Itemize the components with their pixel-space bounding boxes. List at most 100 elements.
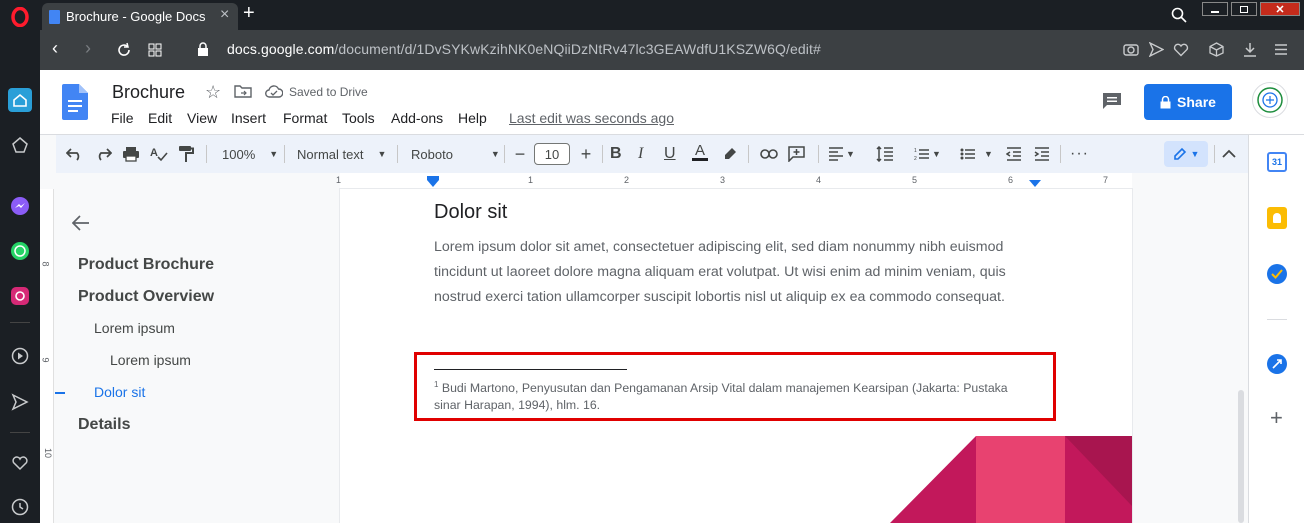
tab-active[interactable]: Brochure - Google Docs ×: [42, 3, 238, 30]
outline-item-details[interactable]: Details: [78, 416, 130, 434]
add-comment-icon[interactable]: [788, 144, 805, 164]
outline-item-lorem-ipsum[interactable]: Lorem ipsum: [94, 320, 175, 336]
close-window-button[interactable]: ✕: [1260, 2, 1300, 16]
keep-icon[interactable]: [1267, 207, 1287, 229]
outline-item-product-overview[interactable]: Product Overview: [78, 288, 214, 306]
toolbar-separator: [748, 145, 749, 163]
increase-indent-icon[interactable]: [1034, 144, 1050, 164]
numbered-list-icon[interactable]: 1 2 ▼: [914, 144, 941, 164]
align-icon[interactable]: ▼: [828, 144, 855, 164]
font-select[interactable]: Roboto ▼: [411, 144, 500, 164]
sidebar-divider: [10, 322, 30, 323]
menu-view[interactable]: View: [187, 110, 217, 126]
reload-icon[interactable]: [116, 42, 132, 63]
addon-icon[interactable]: [1267, 354, 1287, 374]
style-select[interactable]: Normal text ▼: [297, 144, 386, 164]
outline-item-lorem-ipsum-sub[interactable]: Lorem ipsum: [110, 352, 191, 368]
ruler-number: 5: [912, 175, 918, 185]
menu-file[interactable]: File: [111, 110, 134, 126]
menu-edit[interactable]: Edit: [148, 110, 172, 126]
toolbar: A 100% ▼ Normal text ▼ Roboto ▼ − 10 + B I …: [56, 135, 1248, 173]
send-icon[interactable]: [8, 390, 32, 414]
italic-icon[interactable]: I: [638, 144, 643, 164]
insert-link-icon[interactable]: [760, 144, 778, 164]
comments-icon[interactable]: [1102, 92, 1122, 115]
cube-icon[interactable]: [1209, 42, 1224, 62]
star-icon[interactable]: ☆: [205, 82, 221, 103]
opera-logo-icon[interactable]: [8, 5, 32, 29]
restore-button[interactable]: [1231, 2, 1257, 16]
history-icon[interactable]: [8, 495, 32, 519]
back-button[interactable]: ‹: [52, 38, 58, 59]
bulleted-list-icon[interactable]: ▼: [960, 144, 993, 164]
ruler-number: 9: [40, 357, 51, 363]
last-edit-link[interactable]: Last edit was seconds ago: [509, 110, 674, 126]
ruler-number: 6: [1008, 175, 1014, 185]
minimize-button[interactable]: [1202, 2, 1228, 16]
avatar[interactable]: [1252, 82, 1288, 118]
print-icon[interactable]: [122, 144, 140, 164]
underline-icon[interactable]: U: [664, 144, 676, 164]
share-button[interactable]: Share: [1144, 84, 1232, 120]
lock-icon[interactable]: [197, 42, 209, 62]
speed-dial-icon[interactable]: [8, 133, 32, 157]
editing-mode-button[interactable]: ▼: [1164, 141, 1208, 167]
document-title[interactable]: Brochure: [112, 82, 185, 103]
instagram-icon[interactable]: [8, 284, 32, 308]
menu-format[interactable]: Format: [283, 110, 327, 126]
tabs-grid-icon[interactable]: [148, 43, 162, 62]
line-spacing-icon[interactable]: [876, 144, 894, 164]
more-options-icon[interactable]: ···: [1070, 144, 1089, 164]
whatsapp-icon[interactable]: [8, 239, 32, 263]
highlight-color-icon[interactable]: [722, 144, 738, 164]
menu-help[interactable]: Help: [458, 110, 487, 126]
search-icon[interactable]: [1171, 7, 1187, 28]
get-addons-icon[interactable]: +: [1270, 405, 1283, 431]
increase-font-size-button[interactable]: +: [576, 144, 596, 164]
close-outline-icon[interactable]: [71, 215, 90, 236]
horizontal-ruler[interactable]: 1 1 2 3 4 5 6 7: [336, 173, 1132, 189]
share-send-icon[interactable]: [1148, 41, 1165, 62]
zoom-select[interactable]: 100% ▼: [222, 144, 278, 164]
messenger-icon[interactable]: [8, 194, 32, 218]
home-icon[interactable]: [8, 88, 32, 112]
new-tab-icon[interactable]: +: [243, 2, 255, 25]
vertical-ruler[interactable]: 8 9 10: [40, 189, 54, 523]
outline-active-indicator: [55, 392, 65, 394]
share-label: Share: [1177, 94, 1216, 110]
url-field[interactable]: docs.google.com/document/d/1DvSYKwKzihNK…: [227, 41, 821, 57]
easy-setup-icon[interactable]: [1274, 43, 1288, 61]
player-icon[interactable]: [8, 344, 32, 368]
spellcheck-icon[interactable]: A: [150, 144, 168, 164]
left-indent-marker[interactable]: [427, 180, 439, 187]
menu-tools[interactable]: Tools: [342, 110, 375, 126]
bookmark-heart-icon[interactable]: [1173, 42, 1189, 62]
bold-icon[interactable]: B: [610, 144, 622, 164]
vertical-scrollbar[interactable]: [1238, 390, 1244, 523]
tasks-icon[interactable]: [1267, 264, 1287, 284]
download-icon[interactable]: [1243, 42, 1257, 62]
move-folder-icon[interactable]: [234, 84, 252, 103]
decrease-indent-icon[interactable]: [1006, 144, 1022, 164]
menu-insert[interactable]: Insert: [231, 110, 266, 126]
tab-close-icon[interactable]: ×: [220, 6, 229, 24]
decrease-font-size-button[interactable]: −: [510, 144, 530, 164]
menu-addons[interactable]: Add-ons: [391, 110, 443, 126]
paint-format-icon[interactable]: [178, 144, 194, 164]
outline-item-product-brochure[interactable]: Product Brochure: [78, 256, 214, 274]
collapse-menus-icon[interactable]: [1222, 144, 1236, 164]
font-size-input[interactable]: 10: [534, 143, 570, 165]
forward-button[interactable]: ›: [85, 38, 91, 59]
redo-icon[interactable]: [94, 144, 112, 164]
text-color-icon[interactable]: A: [692, 143, 708, 164]
undo-icon[interactable]: [66, 144, 84, 164]
font-size-value: 10: [544, 146, 560, 162]
docs-logo-icon[interactable]: [62, 84, 88, 125]
right-indent-marker[interactable]: [1029, 180, 1041, 187]
heart-icon[interactable]: [8, 451, 32, 475]
calendar-icon[interactable]: 31: [1267, 152, 1287, 172]
camera-icon[interactable]: [1123, 42, 1139, 61]
chevron-down-icon: ▼: [490, 149, 500, 159]
outline-item-dolor-sit[interactable]: Dolor sit: [94, 384, 145, 400]
zoom-value: 100%: [222, 146, 256, 162]
